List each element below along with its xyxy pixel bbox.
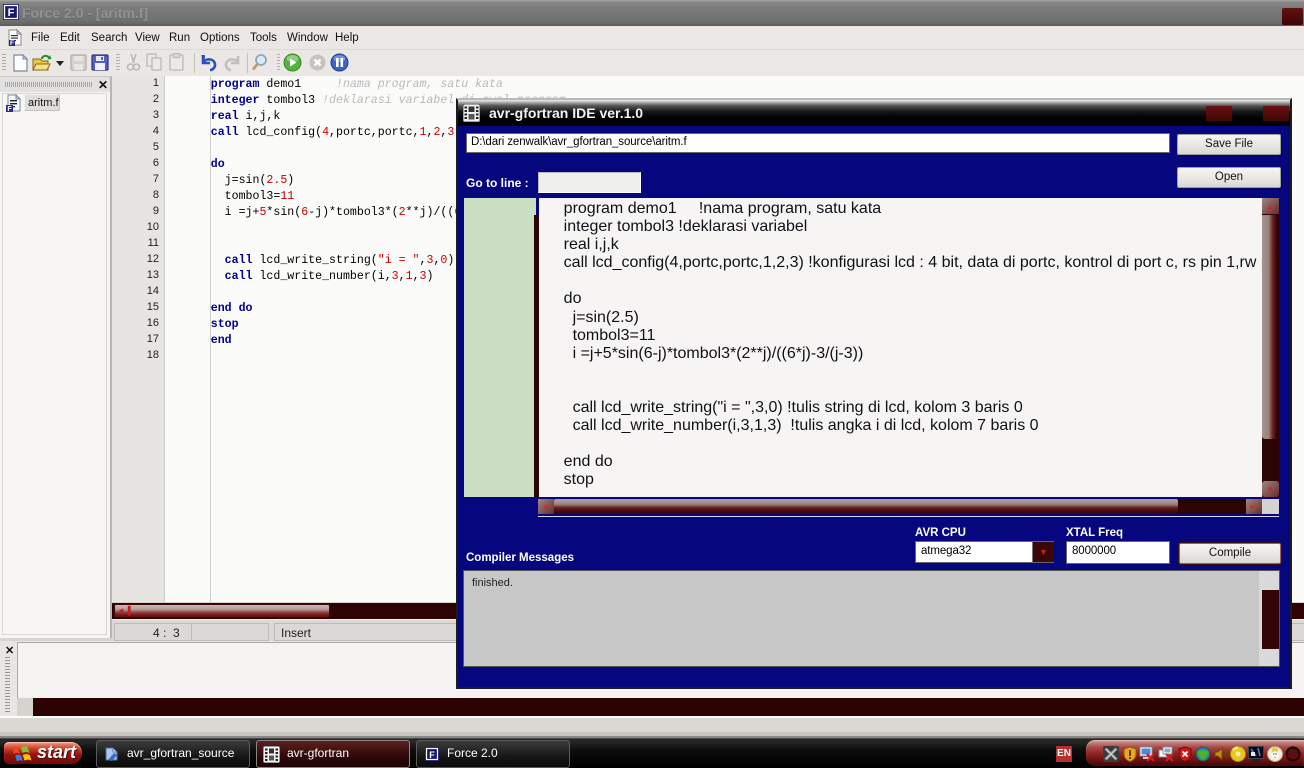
- svg-text:F: F: [8, 7, 15, 19]
- svg-text:F: F: [10, 40, 14, 46]
- svg-text:F: F: [429, 750, 435, 760]
- svg-text:F: F: [7, 106, 12, 112]
